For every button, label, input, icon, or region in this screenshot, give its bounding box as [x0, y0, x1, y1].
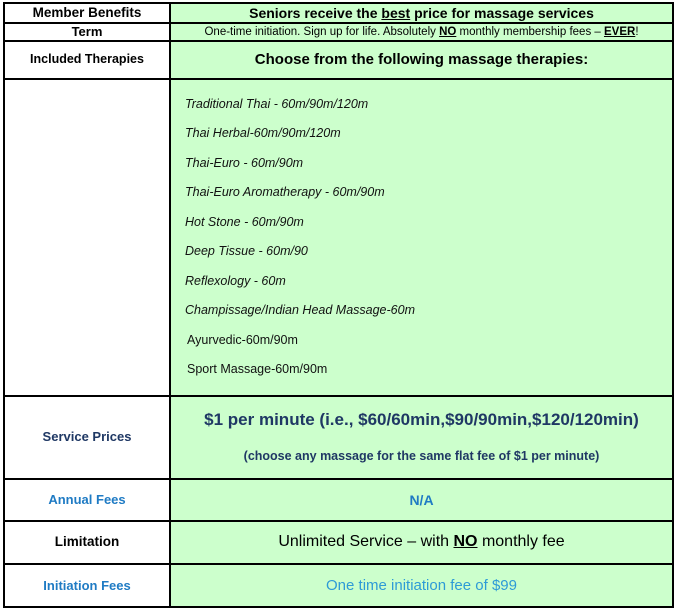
therapy-list-item: Ayurvedic-60m/90m	[187, 332, 298, 347]
member-benefits-text-emph: best	[381, 5, 411, 21]
table-row: Service Prices $1 per minute (i.e., $60/…	[3, 394, 674, 480]
table-row: Traditional Thai - 60m/90m/120m Thai Herb…	[3, 77, 674, 397]
row-label-annual-fees: Annual Fees	[3, 477, 171, 523]
row-value-included-therapies: Choose from the following massage therap…	[169, 40, 674, 80]
therapy-list-item: Reflexology - 60m	[185, 273, 286, 288]
table-row: Term One-time initiation. Sign up for li…	[3, 22, 674, 43]
table-row: Included Therapies Choose from the follo…	[3, 40, 674, 80]
term-text-c: !	[635, 25, 639, 38]
limitation-text-a: Unlimited Service – with	[278, 533, 454, 551]
row-label-limitation: Limitation	[3, 520, 171, 565]
service-price-sub: (choose any massage for the same flat fe…	[243, 449, 600, 464]
limitation-text-emph: NO	[453, 533, 478, 551]
row-value-term: One-time initiation. Sign up for life. A…	[169, 22, 674, 43]
member-benefits-text-post: price for massage services	[410, 5, 594, 21]
member-benefits-text-pre: Seniors receive the	[249, 5, 382, 21]
therapy-list: Traditional Thai - 60m/90m/120m Thai Herb…	[179, 90, 672, 385]
therapy-list-item: Thai-Euro - 60m/90m	[185, 155, 304, 170]
term-text-emph-ever: EVER	[603, 25, 636, 38]
table-row: Limitation Unlimited Service – with NO m…	[3, 520, 674, 565]
row-value-service-prices: $1 per minute (i.e., $60/60min,$90/90min…	[169, 394, 674, 480]
row-value-initiation-fees: One time initiation fee of $99	[169, 562, 674, 608]
therapy-list-item: Deep Tissue - 60m/90	[185, 244, 308, 259]
member-benefits-table: Member Benefits Seniors receive the best…	[3, 1, 674, 608]
therapy-list-item: Thai Herbal-60m/90m/120m	[185, 126, 341, 141]
limitation-text-b: monthly fee	[477, 533, 565, 551]
row-label-initiation-fees: Initiation Fees	[3, 562, 171, 608]
therapy-list-item: Hot Stone - 60m/90m	[185, 214, 304, 229]
row-label-service-prices: Service Prices	[3, 394, 171, 480]
row-label-member-benefits: Member Benefits	[3, 1, 171, 25]
row-value-annual-fees: N/A	[169, 477, 674, 523]
term-text-a: One-time initiation. Sign up for life. A…	[204, 25, 440, 38]
row-label-included-therapies: Included Therapies	[3, 40, 171, 80]
row-value-therapy-list: Traditional Thai - 60m/90m/120m Thai Herb…	[169, 77, 674, 397]
row-label-term: Term	[3, 22, 171, 43]
therapy-list-item: Champissage/Indian Head Massage-60m	[185, 303, 415, 318]
term-text-b: monthly membership fees –	[456, 25, 604, 38]
therapy-list-item: Traditional Thai - 60m/90m/120m	[185, 96, 369, 111]
table-row: Initiation Fees One time initiation fee …	[3, 562, 674, 608]
therapy-list-item: Sport Massage-60m/90m	[187, 362, 328, 377]
service-price-main: $1 per minute (i.e., $60/60min,$90/90min…	[204, 409, 639, 429]
row-label-therapy-list-empty	[3, 77, 171, 397]
table-row: Annual Fees N/A	[3, 477, 674, 523]
term-text-emph-no: NO	[439, 25, 457, 38]
row-value-limitation: Unlimited Service – with NO monthly fee	[169, 520, 674, 565]
benefits-sheet: Member Benefits Seniors receive the best…	[0, 0, 680, 608]
row-value-member-benefits: Seniors receive the best price for massa…	[169, 1, 674, 25]
therapy-list-item: Thai-Euro Aromatherapy - 60m/90m	[185, 185, 385, 200]
table-row: Member Benefits Seniors receive the best…	[3, 1, 674, 25]
